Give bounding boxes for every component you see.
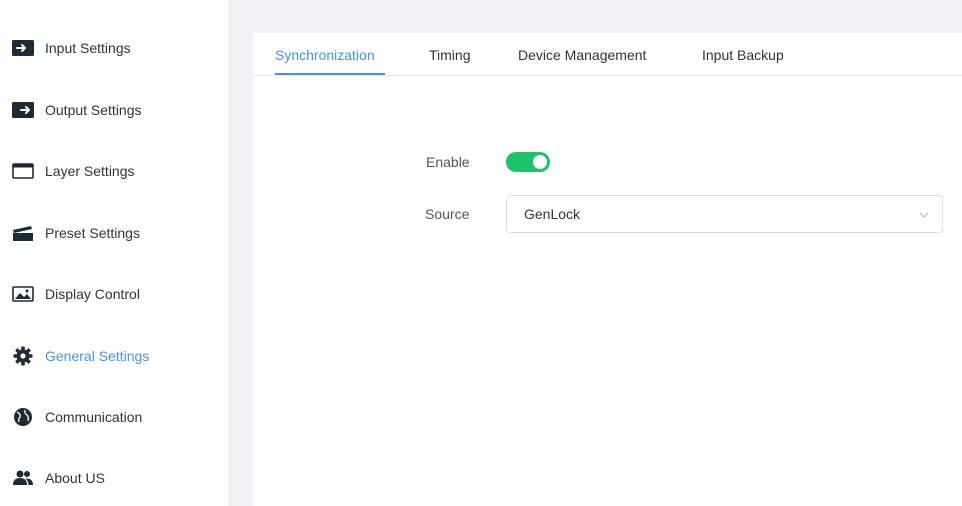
sidebar-item-communication[interactable]: Communication [0, 397, 229, 437]
settings-panel: Synchronization Timing Device Management… [253, 33, 962, 506]
tab-timing[interactable]: Timing [429, 33, 471, 75]
input-icon [12, 39, 34, 57]
output-icon [12, 101, 34, 119]
clapperboard-icon [12, 224, 34, 242]
users-icon [12, 469, 34, 487]
sidebar-item-label: Layer Settings [45, 163, 135, 179]
source-select-value: GenLock [524, 206, 581, 222]
gear-icon [12, 346, 34, 366]
sidebar-item-input-settings[interactable]: Input Settings [0, 28, 229, 68]
sidebar-item-general-settings[interactable]: General Settings [0, 336, 229, 376]
enable-toggle[interactable] [506, 152, 550, 172]
sidebar-item-label: Communication [45, 409, 143, 425]
tab-input-backup[interactable]: Input Backup [702, 33, 784, 75]
active-tab-indicator [275, 73, 385, 75]
image-icon [12, 285, 34, 303]
sidebar-item-display-control[interactable]: Display Control [0, 274, 229, 314]
toggle-knob [533, 155, 547, 169]
sidebar-item-label: Output Settings [45, 102, 142, 118]
sidebar-item-layer-settings[interactable]: Layer Settings [0, 151, 229, 191]
sidebar-item-label: About US [45, 470, 105, 486]
sidebar-item-label: General Settings [45, 348, 150, 364]
tab-device-management[interactable]: Device Management [518, 33, 646, 75]
tab-synchronization[interactable]: Synchronization [275, 33, 375, 75]
sidebar-item-label: Input Settings [45, 40, 131, 56]
source-label: Source [425, 206, 470, 222]
sidebar-item-output-settings[interactable]: Output Settings [0, 90, 229, 130]
window-icon [12, 162, 34, 180]
tab-bar: Synchronization Timing Device Management… [253, 33, 962, 76]
enable-label: Enable [426, 154, 470, 170]
chevron-down-icon [918, 208, 930, 220]
sidebar-item-preset-settings[interactable]: Preset Settings [0, 213, 229, 253]
sidebar-item-label: Display Control [45, 286, 140, 302]
globe-icon [12, 408, 34, 426]
sidebar-item-about-us[interactable]: About US [0, 458, 229, 498]
source-select[interactable]: GenLock [506, 195, 943, 233]
sidebar-item-label: Preset Settings [45, 225, 140, 241]
sidebar: Input Settings Output Settings Layer Set… [0, 0, 230, 506]
